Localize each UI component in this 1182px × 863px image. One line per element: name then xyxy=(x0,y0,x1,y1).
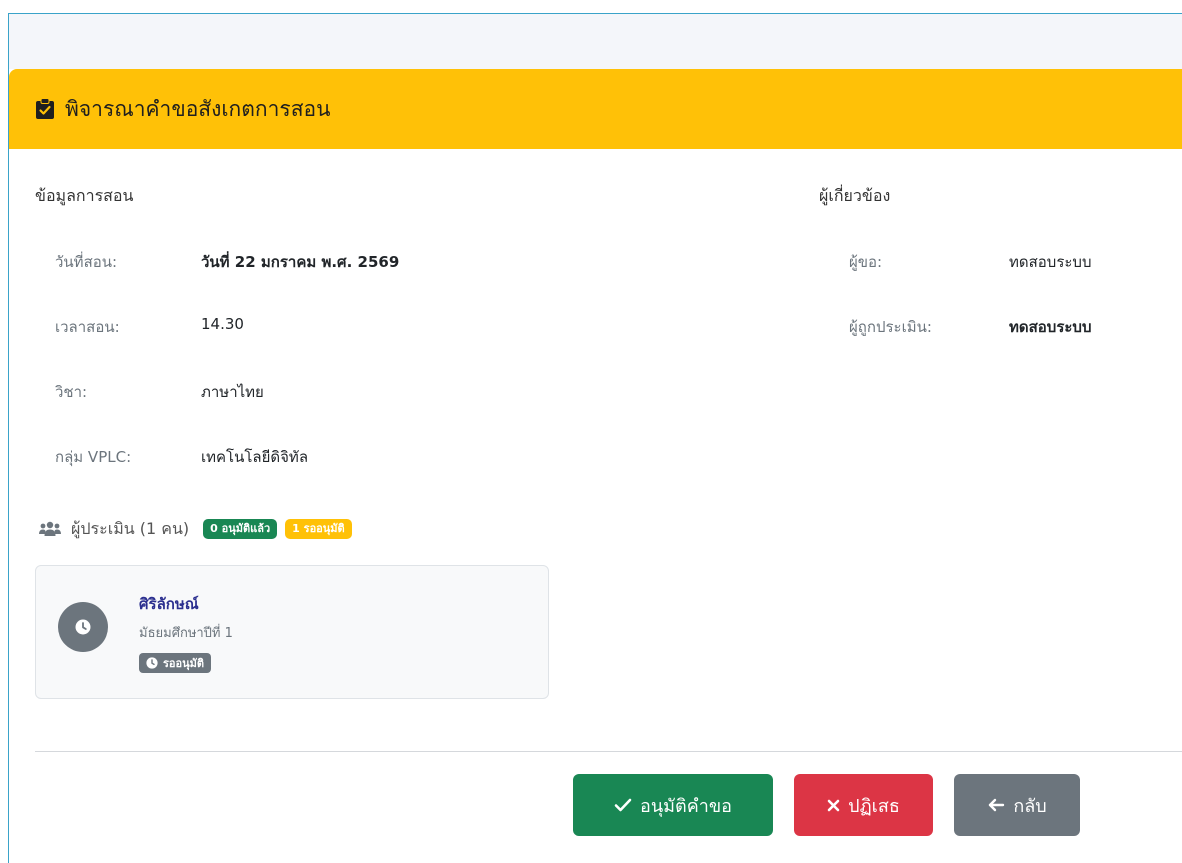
approve-button-label: อนุมัติคำขอ xyxy=(640,795,732,817)
page-frame: พิจารณาคำขอสังเกตการสอน ข้อมูลการสอน วัน… xyxy=(8,13,1182,863)
close-icon xyxy=(827,799,840,812)
card-header: พิจารณาคำขอสังเกตการสอน xyxy=(9,69,1182,149)
avatar xyxy=(58,602,108,652)
reject-button-label: ปฏิเสธ xyxy=(848,795,900,817)
evaluator-name: ศิริลักษณ์ xyxy=(139,595,199,613)
clock-icon xyxy=(75,619,91,635)
evaluatee-value: ทดสอบระบบ xyxy=(1009,318,1092,336)
users-icon xyxy=(39,521,61,537)
top-strip xyxy=(9,14,1182,69)
teaching-time-label: เวลาสอน: xyxy=(55,318,120,336)
subject-label: วิชา: xyxy=(55,383,88,401)
back-button[interactable]: กลับ xyxy=(954,774,1080,836)
requester-label: ผู้ขอ: xyxy=(849,253,883,271)
clipboard-check-icon xyxy=(35,98,55,120)
teaching-date-label: วันที่สอน: xyxy=(55,253,118,271)
teaching-info-title: ข้อมูลการสอน xyxy=(35,186,134,205)
reject-button[interactable]: ปฏิเสธ xyxy=(794,774,933,836)
approve-button[interactable]: อนุมัติคำขอ xyxy=(573,774,773,836)
subject-value: ภาษาไทย xyxy=(201,383,264,401)
evaluatee-label: ผู้ถูกประเมิน: xyxy=(849,318,932,336)
teaching-date-value: วันที่ 22 มกราคม พ.ศ. 2569 xyxy=(201,253,400,271)
evaluator-grade: มัธยมศึกษาปีที่ 1 xyxy=(139,626,233,641)
requester-value: ทดสอบระบบ xyxy=(1009,253,1092,271)
teaching-time-value: 14.30 xyxy=(201,315,244,333)
check-icon xyxy=(614,798,632,812)
evaluator-card: ศิริลักษณ์ มัธยมศึกษาปีที่ 1 รออนุมัติ xyxy=(35,565,549,699)
arrow-left-icon xyxy=(987,798,1005,812)
vplc-group-label: กลุ่ม VPLC: xyxy=(55,448,132,466)
evaluators-title: ผู้ประเมิน (1 คน) xyxy=(71,518,190,538)
vplc-group-value: เทคโนโลยีดิจิทัล xyxy=(201,448,309,466)
clock-icon xyxy=(146,657,158,669)
approved-count-badge: 0 อนุมัติแล้ว xyxy=(203,519,278,539)
evaluators-header: ผู้ประเมิน (1 คน) 0 อนุมัติแล้ว 1 รออนุม… xyxy=(39,516,352,542)
divider xyxy=(35,751,1182,752)
pending-count-badge: 1 รออนุมัติ xyxy=(285,519,352,539)
back-button-label: กลับ xyxy=(1013,795,1047,817)
page-title: พิจารณาคำขอสังเกตการสอน xyxy=(65,96,331,121)
related-people-title: ผู้เกี่ยวข้อง xyxy=(819,186,891,205)
evaluator-status-badge: รออนุมัติ xyxy=(139,653,212,673)
evaluator-status-label: รออนุมัติ xyxy=(163,657,205,670)
